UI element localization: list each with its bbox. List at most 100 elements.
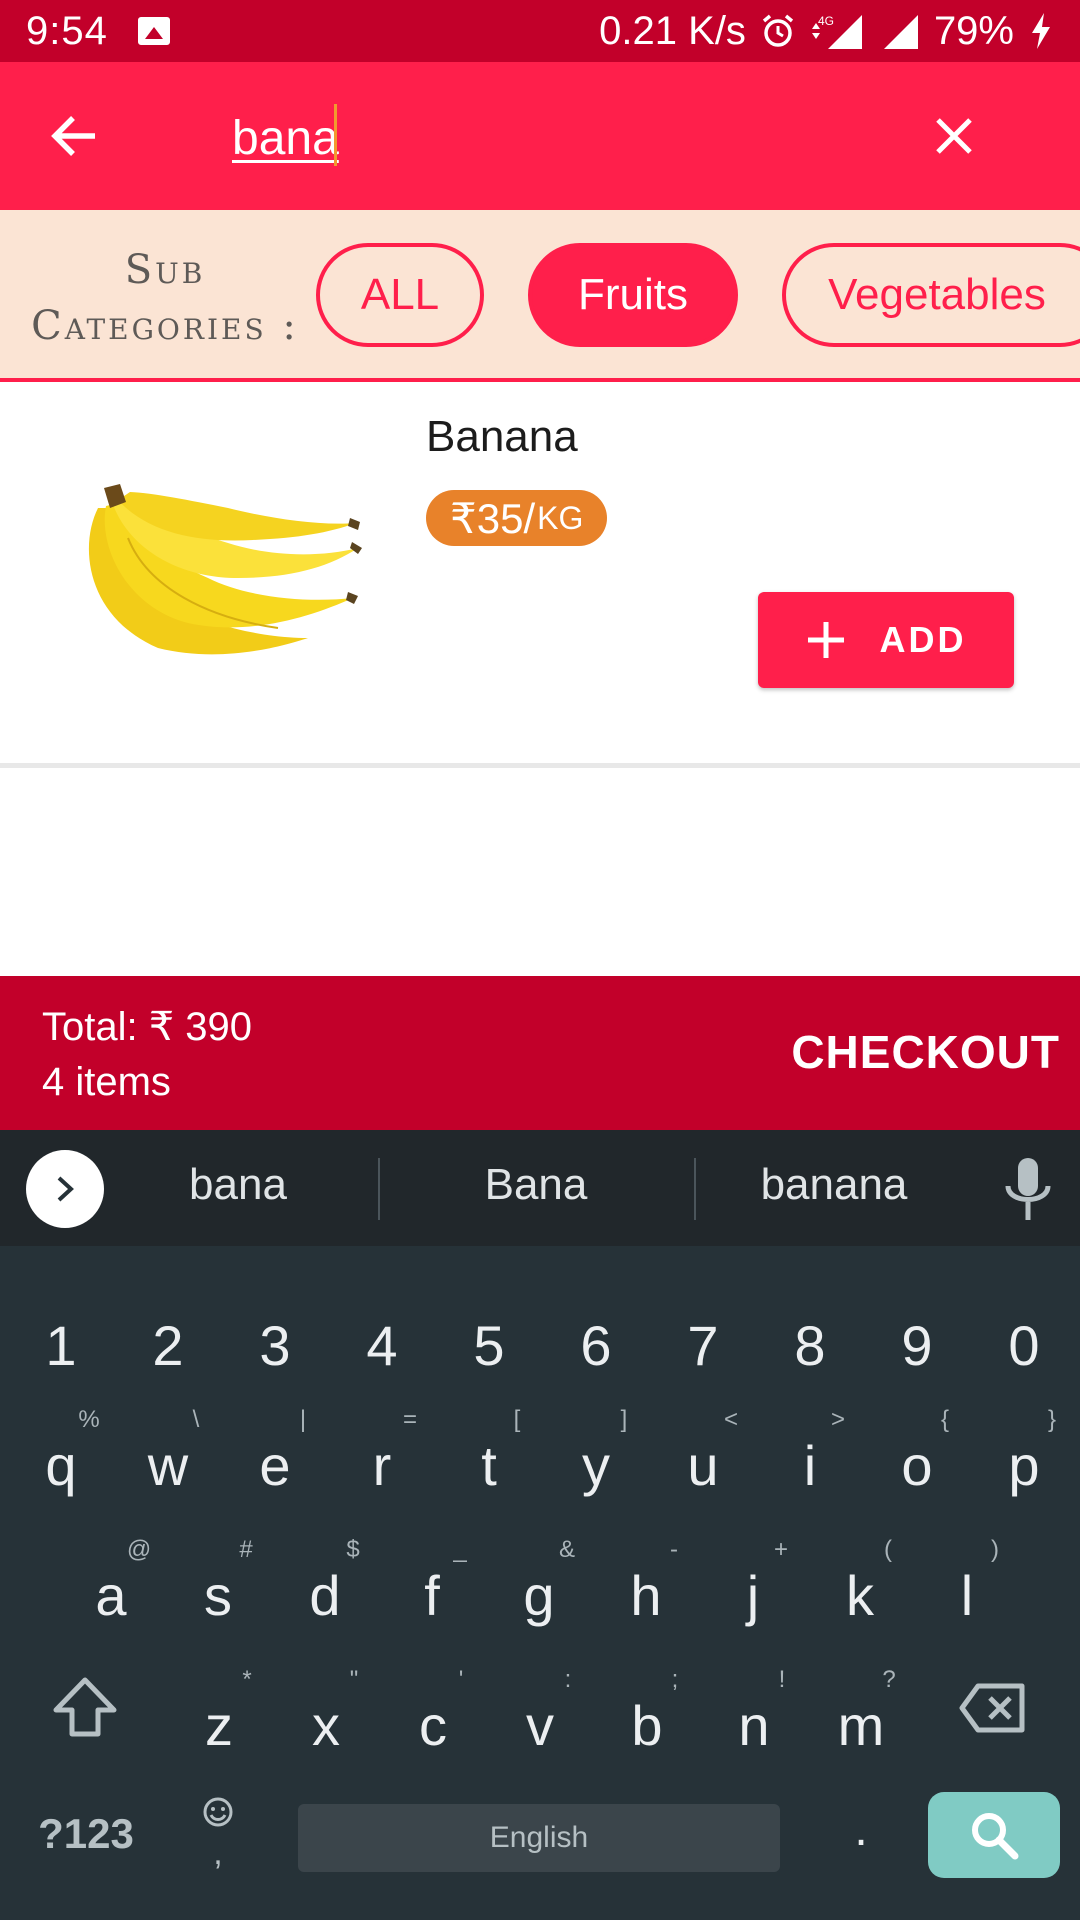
- cart-item-count: 4 items: [42, 1060, 171, 1104]
- key-hint: ;: [671, 1666, 679, 1693]
- letter-key-d[interactable]: d: [280, 1566, 370, 1626]
- chevron-right-icon: [57, 1176, 74, 1202]
- letter-key-t[interactable]: t: [444, 1436, 534, 1496]
- plus-icon: [807, 622, 844, 658]
- key-hint: ?: [882, 1666, 896, 1693]
- letter-key-z[interactable]: z: [174, 1696, 264, 1756]
- chip-fruits[interactable]: Fruits: [528, 243, 738, 347]
- key-hint: <: [723, 1406, 738, 1433]
- period-key[interactable]: .: [846, 1802, 876, 1857]
- add-button-label: ADD: [879, 619, 967, 660]
- checkout-button[interactable]: CHECKOUT: [760, 1002, 1060, 1102]
- letter-key-g[interactable]: g: [494, 1566, 584, 1626]
- letter-key-h[interactable]: h: [601, 1566, 691, 1626]
- key-hint: %: [78, 1406, 100, 1433]
- number-key-4[interactable]: 4: [337, 1316, 427, 1376]
- number-key-7[interactable]: 7: [658, 1316, 748, 1376]
- emoji-comma-key[interactable]: ,: [196, 1796, 240, 1871]
- subcategory-bar: Sub Categories : ALL Fruits Vegetables: [0, 210, 1080, 382]
- number-key-5[interactable]: 5: [444, 1316, 534, 1376]
- alarm-icon: [762, 14, 794, 47]
- letter-key-x[interactable]: x: [281, 1696, 371, 1756]
- status-time: 9:54: [26, 8, 108, 53]
- letter-key-u[interactable]: u: [658, 1436, 748, 1496]
- key-hint: #: [239, 1536, 253, 1563]
- letter-key-v[interactable]: v: [495, 1696, 585, 1756]
- number-key-0[interactable]: 0: [979, 1316, 1069, 1376]
- suggestion-3[interactable]: banana: [704, 1160, 964, 1210]
- cart-bar: Total: ₹ 390 4 items CHECKOUT: [0, 976, 1080, 1130]
- price-unit: kg: [537, 499, 584, 536]
- status-bar: 9:54 0.21 K/s 4G 79%: [0, 0, 1080, 62]
- number-key-3[interactable]: 3: [230, 1316, 320, 1376]
- number-key-2[interactable]: 2: [123, 1316, 213, 1376]
- clear-search-button[interactable]: [920, 102, 988, 170]
- key-hint: &: [558, 1536, 575, 1563]
- letter-key-j[interactable]: j: [708, 1566, 798, 1626]
- suggestion-divider: [378, 1158, 380, 1220]
- letter-key-m[interactable]: m: [816, 1696, 906, 1756]
- status-indicators: 0.21 K/s 4G 79%: [599, 9, 1054, 54]
- key-hint: |: [299, 1406, 307, 1433]
- subcategory-label: Sub Categories :: [31, 247, 299, 349]
- number-key-6[interactable]: 6: [551, 1316, 641, 1376]
- comma-label: ,: [213, 1834, 223, 1872]
- back-button[interactable]: [40, 102, 108, 170]
- key-hint: (: [884, 1536, 892, 1563]
- emoji-icon: [203, 1797, 233, 1827]
- letter-key-q[interactable]: q: [16, 1436, 106, 1496]
- letter-key-f[interactable]: f: [387, 1566, 477, 1626]
- suggestion-2[interactable]: Bana: [406, 1160, 666, 1210]
- number-key-8[interactable]: 8: [765, 1316, 855, 1376]
- product-card: Banana ₹35/kg ADD: [0, 382, 1080, 768]
- letter-key-o[interactable]: o: [872, 1436, 962, 1496]
- search-action-key[interactable]: [928, 1792, 1060, 1878]
- letter-key-r[interactable]: r: [337, 1436, 427, 1496]
- key-hint: {: [940, 1406, 949, 1433]
- key-hint: ": [349, 1666, 359, 1693]
- symbols-key[interactable]: ?123: [26, 1810, 146, 1858]
- close-icon: [936, 118, 972, 154]
- chip-vegetables[interactable]: Vegetables: [782, 243, 1080, 347]
- letter-key-y[interactable]: y: [551, 1436, 641, 1496]
- search-input[interactable]: [232, 106, 872, 170]
- image-notification-icon: [137, 17, 170, 45]
- letter-key-n[interactable]: n: [709, 1696, 799, 1756]
- battery-percent: 79%: [933, 8, 1014, 53]
- add-to-cart-button[interactable]: ADD: [758, 592, 1014, 688]
- key-hint: ): [991, 1536, 999, 1563]
- chip-all[interactable]: ALL: [316, 243, 484, 347]
- microphone-icon[interactable]: [1000, 1156, 1056, 1226]
- key-hint: :: [564, 1666, 572, 1693]
- key-hint: _: [453, 1536, 467, 1563]
- cart-total: Total: ₹ 390: [42, 1005, 253, 1049]
- letter-key-e[interactable]: e: [230, 1436, 320, 1496]
- suggestion-1[interactable]: bana: [108, 1160, 368, 1210]
- letter-key-s[interactable]: s: [173, 1566, 263, 1626]
- key-hint: \: [192, 1406, 200, 1433]
- letter-key-p[interactable]: p: [979, 1436, 1069, 1496]
- key-hint: ]: [620, 1406, 628, 1433]
- number-key-1[interactable]: 1: [16, 1316, 106, 1376]
- letter-key-b[interactable]: b: [602, 1696, 692, 1756]
- letter-key-c[interactable]: c: [388, 1696, 478, 1756]
- shift-key[interactable]: [52, 1674, 118, 1740]
- letter-key-i[interactable]: i: [765, 1436, 855, 1496]
- key-hint: *: [242, 1666, 252, 1693]
- network-speed: 0.21 K/s: [599, 8, 746, 53]
- letter-key-k[interactable]: k: [815, 1566, 905, 1626]
- letter-key-l[interactable]: l: [922, 1566, 1012, 1626]
- key-hint: $: [346, 1536, 360, 1563]
- banana-image: [88, 484, 362, 655]
- charging-icon: [1032, 13, 1050, 49]
- letter-key-a[interactable]: a: [66, 1566, 156, 1626]
- number-key-9[interactable]: 9: [872, 1316, 962, 1376]
- product-name: Banana: [426, 412, 578, 461]
- backspace-key[interactable]: [958, 1682, 1028, 1734]
- suggestion-divider: [694, 1158, 696, 1220]
- signal-icon: [883, 15, 918, 49]
- letter-key-w[interactable]: w: [123, 1436, 213, 1496]
- space-key[interactable]: English: [298, 1804, 780, 1872]
- key-hint: @: [126, 1536, 152, 1563]
- expand-suggestions-button[interactable]: [26, 1150, 104, 1228]
